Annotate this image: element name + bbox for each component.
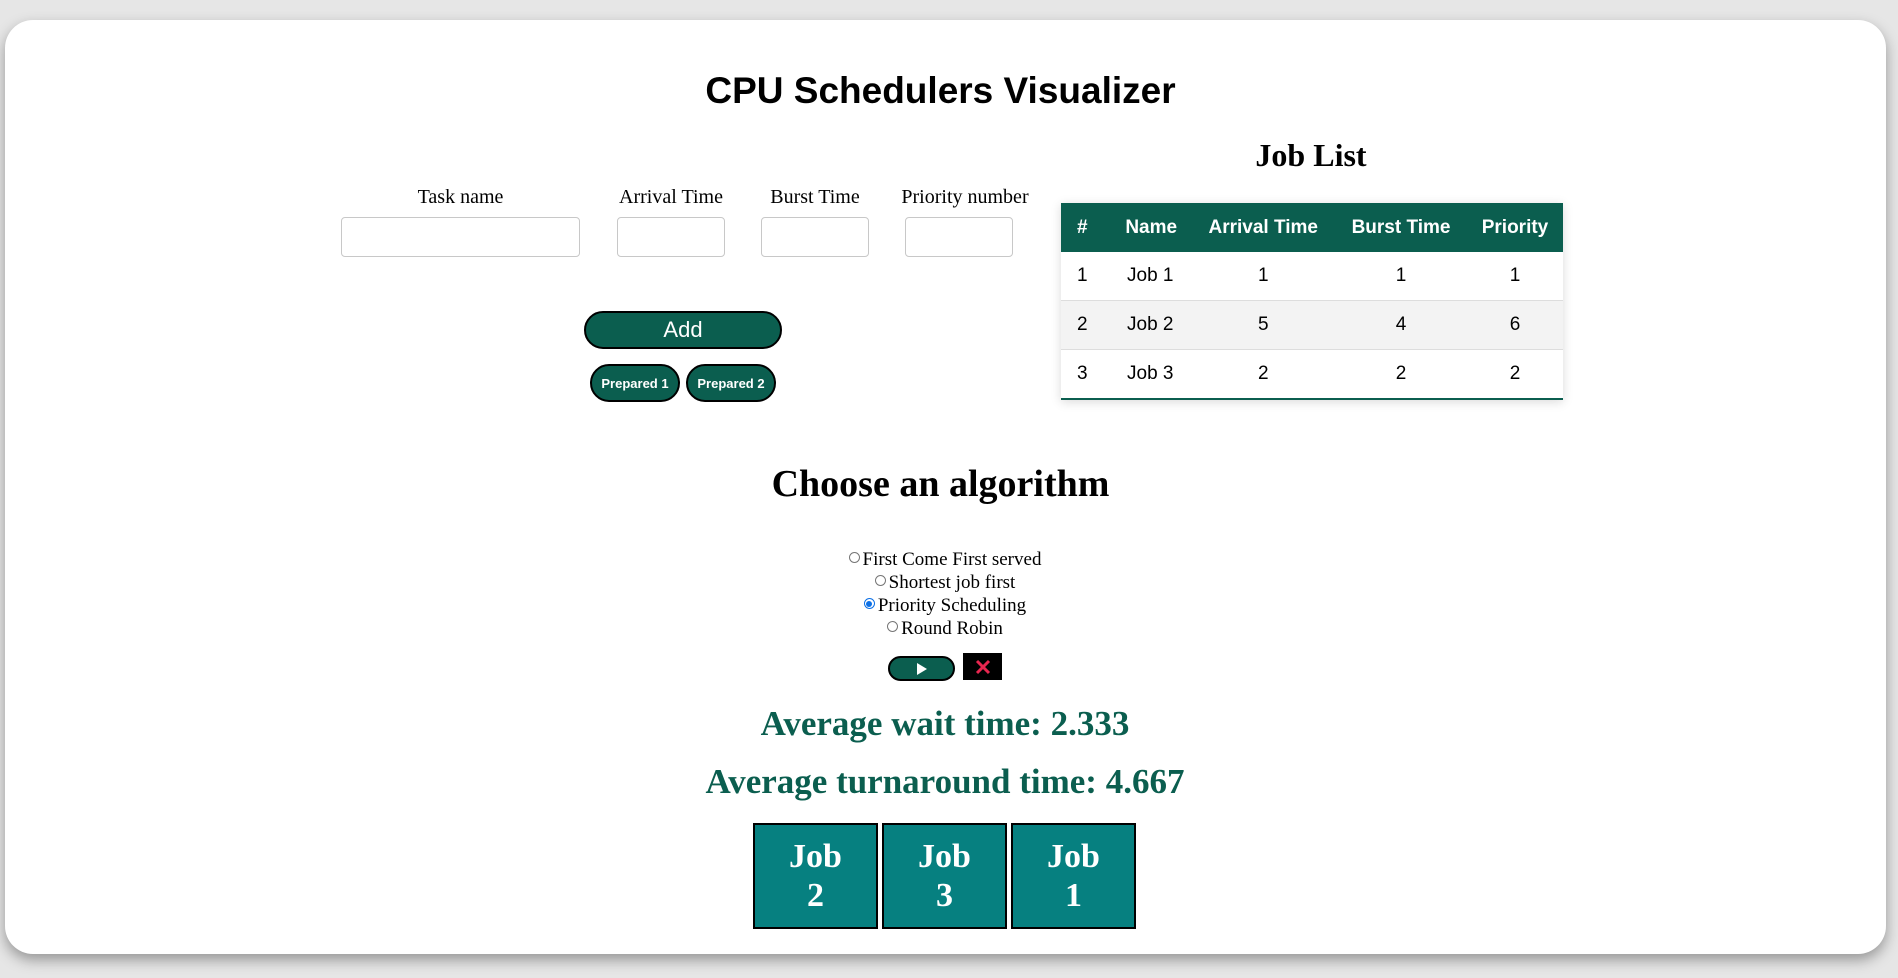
task-name-label: Task name	[417, 186, 504, 208]
cell-priority: 6	[1466, 300, 1563, 350]
column-header-name: Name	[1111, 203, 1192, 252]
algorithm-option-round-robin[interactable]: Round Robin	[0, 617, 1890, 640]
cell-burst: 2	[1335, 349, 1467, 400]
play-icon	[916, 662, 927, 675]
burst-time-input[interactable]	[761, 217, 869, 257]
cell-arrival: 1	[1191, 252, 1336, 301]
gantt-block: Job 2	[753, 823, 878, 929]
priority-number-input[interactable]	[905, 217, 1013, 257]
table-row: 3 Job 3 2 2 2	[1061, 349, 1563, 400]
gantt-block-number: 2	[807, 877, 824, 914]
cell-number: 3	[1061, 349, 1111, 400]
reset-button[interactable]	[963, 653, 1002, 680]
table-header-row: # Name Arrival Time Burst Time Priority	[1061, 203, 1563, 252]
run-button[interactable]	[888, 656, 955, 681]
round-robin-radio[interactable]	[887, 621, 899, 632]
cell-name: Job 1	[1111, 252, 1192, 301]
cell-burst: 1	[1335, 252, 1467, 301]
gantt-block: Job 1	[1011, 823, 1136, 929]
sjf-radio[interactable]	[874, 575, 886, 586]
arrival-time-input[interactable]	[617, 217, 725, 257]
algorithm-option-sjf[interactable]: Shortest job first	[0, 571, 1890, 594]
job-list-table: # Name Arrival Time Burst Time Priority …	[1061, 203, 1563, 400]
column-header-priority: Priority	[1466, 203, 1563, 252]
column-header-number: #	[1061, 203, 1111, 252]
cell-priority: 1	[1466, 252, 1563, 301]
page-title: CPU Schedulers Visualizer	[705, 70, 1176, 111]
cell-arrival: 5	[1191, 300, 1336, 350]
cell-arrival: 2	[1191, 349, 1336, 400]
average-turnaround-time: Average turnaround time: 4.667	[705, 762, 1185, 801]
cell-burst: 4	[1335, 300, 1467, 350]
round-robin-label: Round Robin	[901, 618, 1003, 639]
sjf-label: Shortest job first	[888, 572, 1016, 593]
cell-priority: 2	[1466, 349, 1563, 400]
algorithm-option-priority[interactable]: Priority Scheduling	[0, 594, 1890, 617]
column-header-arrival-time: Arrival Time	[1191, 203, 1336, 252]
burst-time-label: Burst Time	[770, 186, 860, 208]
close-icon	[975, 659, 990, 674]
gantt-block-label: Job	[918, 838, 971, 875]
cell-number: 2	[1061, 300, 1111, 350]
column-header-burst-time: Burst Time	[1335, 203, 1467, 252]
gantt-block-number: 1	[1065, 877, 1082, 914]
arrival-time-label: Arrival Time	[619, 186, 723, 208]
table-row: 1 Job 1 1 1 1	[1061, 252, 1563, 301]
average-wait-time: Average wait time: 2.333	[760, 704, 1130, 743]
gantt-block-label: Job	[1047, 838, 1100, 875]
cell-number: 1	[1061, 252, 1111, 301]
prepared-2-button[interactable]: Prepared 2	[686, 364, 776, 402]
fcfs-radio[interactable]	[848, 552, 860, 563]
fcfs-label: First Come First served	[862, 549, 1042, 570]
cell-name: Job 2	[1111, 300, 1192, 350]
gantt-block-label: Job	[789, 838, 842, 875]
job-list-title: Job List	[1255, 137, 1367, 173]
gantt-block: Job 3	[882, 823, 1007, 929]
algorithm-option-fcfs[interactable]: First Come First served	[0, 548, 1890, 571]
add-button[interactable]: Add	[584, 311, 782, 349]
priority-number-label: Priority number	[901, 186, 1029, 208]
algorithm-title: Choose an algorithm	[771, 463, 1110, 505]
cell-name: Job 3	[1111, 349, 1192, 400]
priority-label: Priority Scheduling	[877, 595, 1027, 616]
table-row: 2 Job 2 5 4 6	[1061, 300, 1563, 350]
priority-radio[interactable]	[863, 598, 875, 609]
prepared-1-button[interactable]: Prepared 1	[590, 364, 680, 402]
gantt-block-number: 3	[936, 877, 953, 914]
task-name-input[interactable]	[341, 217, 580, 257]
